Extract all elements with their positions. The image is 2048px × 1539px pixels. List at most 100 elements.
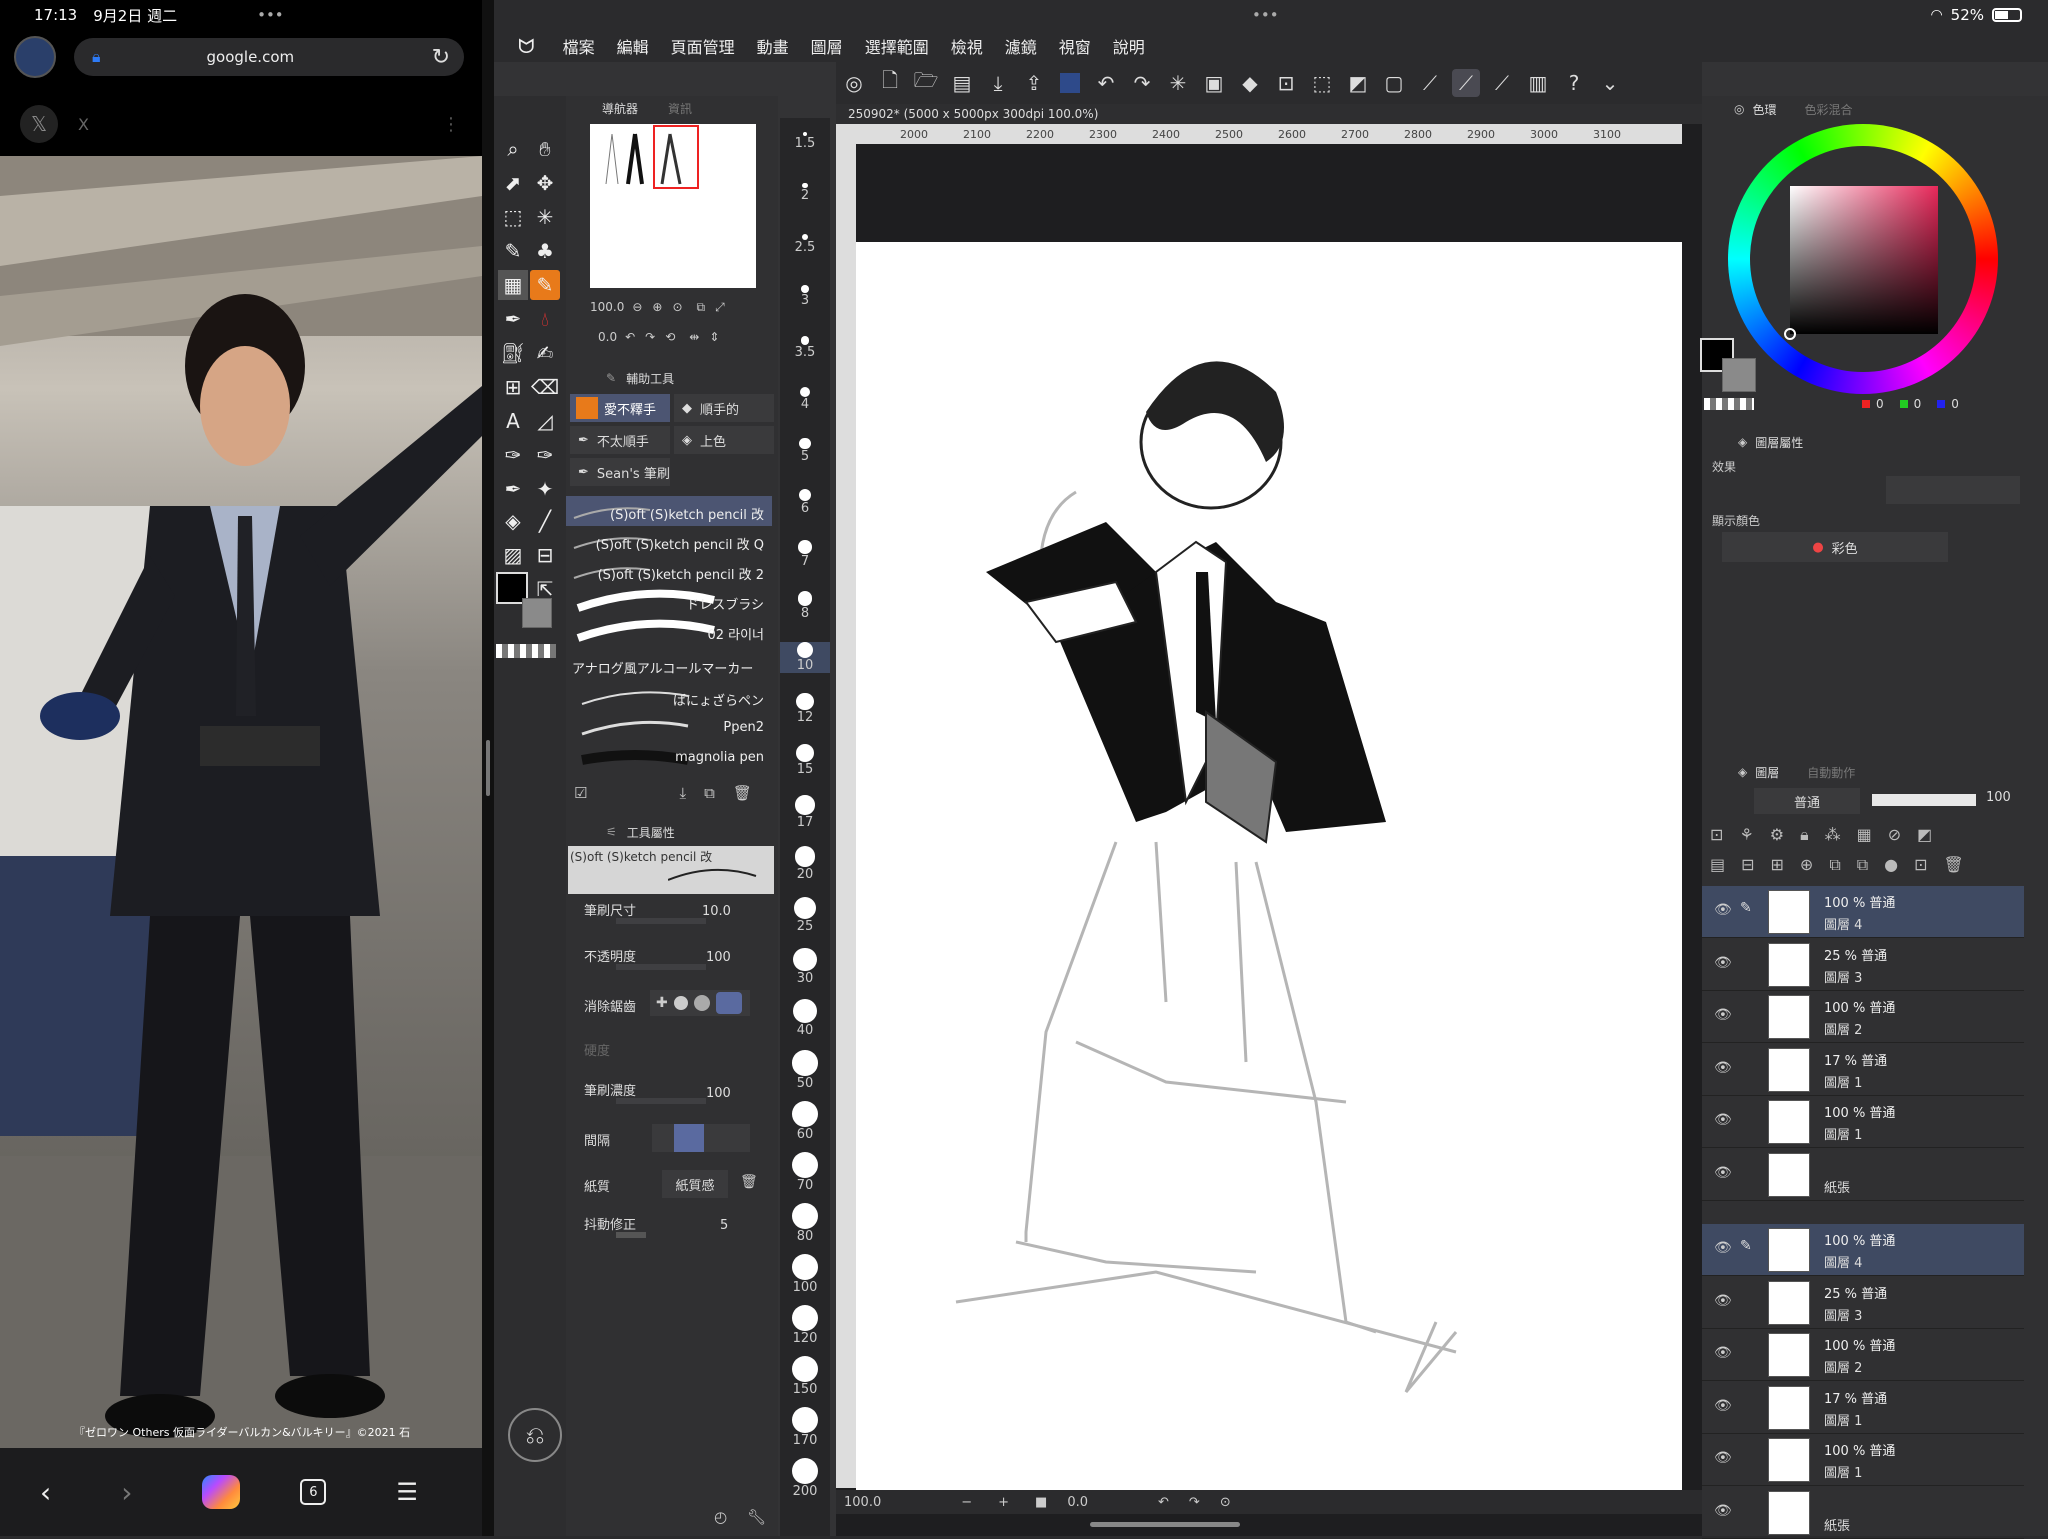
brush-item[interactable]: 02 라이너 [566,616,772,646]
brush-item[interactable]: アナログ風アルコールマーカー [566,652,772,682]
more-icon[interactable]: ⋮ [442,114,460,135]
edit-pen-icon[interactable]: ✎ [1740,900,1752,916]
figure-tool-icon[interactable]: ◿ [530,406,560,436]
eye-icon[interactable]: 👁︎ [1714,1112,1732,1128]
magic-wand-icon[interactable]: ✳ [530,202,560,232]
brush-size-item[interactable]: 50 [780,1050,830,1091]
aa-weak-icon[interactable] [673,996,688,1010]
menu-animation[interactable]: 動畫 [757,34,789,58]
brush-size-item[interactable]: 60 [780,1101,830,1142]
eye-icon[interactable]: 👁︎ [1714,1345,1732,1361]
grid-snap-icon[interactable]: ⟋ [1488,69,1516,97]
prop-size-slider[interactable] [616,918,706,924]
brush-size-item[interactable]: 40 [780,999,830,1038]
brush-size-item[interactable]: 8 [780,591,830,621]
layer-row[interactable]: 👁︎ ✎ 100 % 普通 圖層 4 [1702,1224,2024,1276]
brush-size-item[interactable]: 15 [780,744,830,777]
transparent-swatch[interactable] [496,644,556,658]
paper-texture-button[interactable]: 紙質感 [662,1170,728,1198]
menu-file[interactable]: 檔案 [563,34,595,58]
brush-item[interactable]: (S)oft (S)ketch pencil 改 Q [566,526,772,556]
brush-size-item[interactable]: 1.5 [780,132,830,151]
sub-color-swatch[interactable] [522,598,552,628]
rotate-right-icon[interactable]: ↷ [645,330,655,344]
layer-row[interactable]: 👁︎ 100 % 普通 圖層 2 [1702,991,2024,1043]
edge-keyboard-icon[interactable]: ⎌ [508,1408,562,1462]
brush-size-item[interactable]: 6 [780,489,830,516]
tab-layer-property[interactable]: 圖層屬性 [1755,434,1803,451]
deselect-icon[interactable]: ⬚ [1308,69,1336,97]
brush-size-item[interactable]: 100 [780,1254,830,1295]
display-color-select[interactable]: ● 彩色 [1722,532,1948,562]
wrench-icon[interactable]: 🔧︎ [747,1508,766,1526]
multitask-dots[interactable]: ••• [257,6,284,24]
special-ruler-icon[interactable]: ⟋ [1452,69,1480,97]
subtool-settings-icon[interactable]: ☑ [574,784,587,802]
device-icon[interactable]: ▥ [1524,69,1552,97]
layer-toolbar[interactable]: ⊡⚘⚙🔒︎⁂▦⊘◩ ▤⊟⊞⊕⧉⧉●⊡🗑︎ [1710,820,2026,880]
drawing-canvas[interactable] [856,242,1682,1490]
prop-density-slider[interactable] [616,1098,706,1104]
canvas-zoom-value[interactable]: 100.0 [844,1495,881,1510]
copy-subtool-icon[interactable]: ⧉ [704,784,715,802]
navigator-zoom-value[interactable]: 100.0 [590,300,624,314]
menu-window[interactable]: 視窗 [1059,34,1091,58]
gradient-icon[interactable]: ▨ [498,540,528,570]
split-divider[interactable] [482,0,494,1536]
layer-opacity-value[interactable]: 100 [1986,790,2011,805]
group-favorite[interactable]: 愛不釋手 [570,394,670,422]
layer-row[interactable]: 👁︎ 100 % 普通 圖層 2 [1702,1329,2024,1381]
menu-icon[interactable]: ☰ [396,1478,418,1506]
zoom-tool-icon[interactable]: ⌕ [498,134,528,164]
eye-icon[interactable]: 👁︎ [1714,1060,1732,1076]
pencil-tool-icon[interactable]: ✎ [530,270,560,300]
prop-spacing-selector[interactable] [652,1124,750,1152]
menu-filter[interactable]: 濾鏡 [1005,34,1037,58]
airbrush-icon[interactable]: ⛽︎ [498,338,528,368]
brush-size-item[interactable]: 5 [780,438,830,464]
layer-row[interactable]: 👁︎ 紙張 [1702,1487,2024,1539]
x-logo-icon[interactable]: 𝕏 [20,105,58,143]
brush-size-item[interactable]: 3 [780,285,830,308]
brush-size-item[interactable]: 80 [780,1203,830,1244]
prop-density-value[interactable]: 100 [706,1086,731,1101]
eye-icon[interactable]: 👁︎ [1714,1293,1732,1309]
layer-row[interactable]: 👁︎ 25 % 普通 圖層 3 [1702,939,2024,991]
group-handy[interactable]: ◆ 順手的 [674,394,774,422]
texture-tool-icon[interactable]: ▦ [498,270,528,300]
zoom-in-button[interactable]: + [998,1495,1009,1510]
layer-row[interactable]: 👁︎ ✎ 100 % 普通 圖層 4 [1702,886,2024,938]
brush-item[interactable]: ドレスブラシ [566,586,772,616]
brush-size-item[interactable]: 30 [780,948,830,986]
vector-pen-icon[interactable]: ✑ [498,440,528,470]
help-icon[interactable]: ? [1560,69,1588,97]
menu-layer[interactable]: 圖層 [811,34,843,58]
menu-edit[interactable]: 編輯 [617,34,649,58]
edit-pen-icon[interactable]: ✎ [1740,1238,1752,1254]
stop-icon[interactable]: ■ [1035,1495,1047,1510]
tab-layers[interactable]: 圖層 [1755,764,1779,781]
brush-size-item[interactable]: 12 [780,693,830,725]
group-unhandy[interactable]: ✒ 不太順手 [570,426,670,454]
blue-value[interactable]: 0 [1951,397,1959,411]
red-value[interactable]: 0 [1876,397,1884,411]
green-value[interactable]: 0 [1914,397,1922,411]
brush-tool-icon[interactable]: ✍ [530,338,560,368]
vector-tool-icon[interactable]: ✑ [530,440,560,470]
save-icon[interactable]: ⤓ [984,69,1012,97]
brush-size-item[interactable]: 7 [780,540,830,569]
back-icon[interactable]: ‹ [40,1476,51,1509]
line-tool-icon[interactable]: ╱ [530,506,560,536]
eyedropper-icon[interactable]: ✎ [498,236,528,266]
eye-icon[interactable]: 👁︎ [1714,1240,1732,1256]
layer-row[interactable]: 👁︎ 100 % 普通 圖層 1 [1702,1096,2024,1148]
transform-icon[interactable]: ⊡ [1272,69,1300,97]
delete-subtool-icon[interactable]: 🗑︎ [733,784,752,802]
eye-icon[interactable]: 👁︎ [1714,1007,1732,1023]
brush-item[interactable]: (S)oft (S)ketch pencil 改 2 [566,556,772,586]
blend-tool-icon[interactable]: 💧︎ [530,304,560,334]
tab-auto-action[interactable]: 自動動作 [1807,764,1855,781]
fit-window-icon[interactable]: ⤢ [715,300,725,315]
eye-icon[interactable]: 👁︎ [1714,902,1732,918]
canvas-title[interactable]: 250902* (5000 x 5000px 300dpi 100.0%) [848,107,1098,121]
